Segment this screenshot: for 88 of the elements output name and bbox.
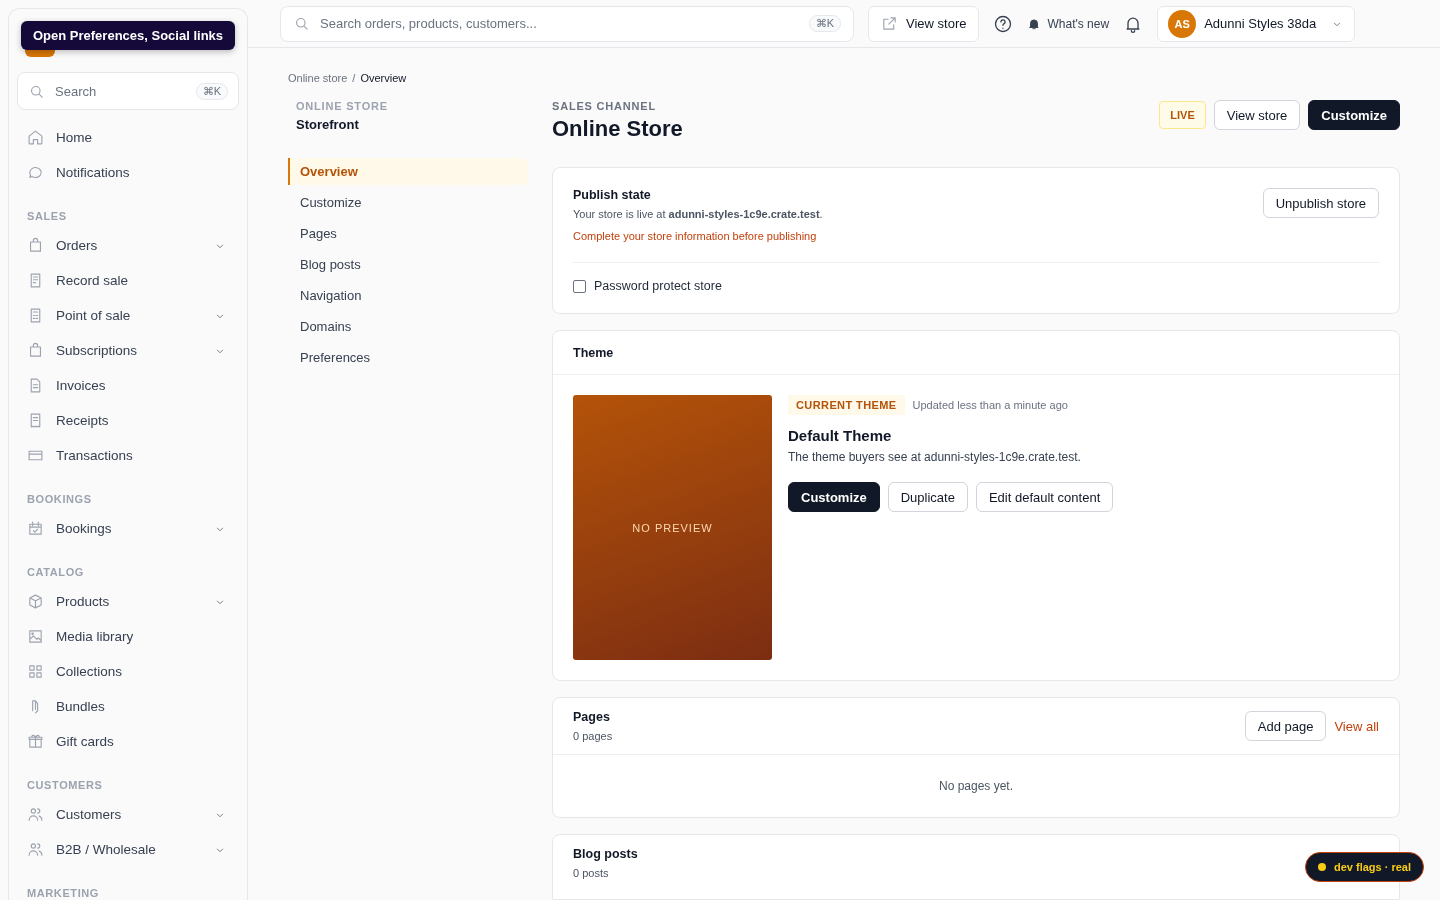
nav-item[interactable]: Navigation: [288, 282, 528, 309]
shortcut-hint: ⌘K: [195, 82, 228, 100]
sidebar-item[interactable]: Customers: [17, 797, 239, 832]
card-title: Pages: [573, 710, 611, 724]
theme-name: Default Theme: [788, 427, 893, 444]
section-heading: CUSTOMERS: [26, 778, 104, 793]
bell-icon: [1027, 16, 1042, 31]
sidebar-item[interactable]: Invoices: [17, 368, 239, 403]
page-count: 0 pages: [573, 730, 613, 742]
tooltip: Open Preferences, Social links: [21, 21, 236, 50]
sidebar-item[interactable]: Transactions: [17, 438, 239, 473]
menu-icon: [27, 129, 44, 146]
checkbox[interactable]: [573, 279, 586, 293]
card-title: Theme: [573, 346, 614, 360]
card-title: Blog posts: [573, 847, 638, 861]
section-heading: BOOKINGS: [26, 492, 93, 507]
card-title: Publish state: [573, 188, 652, 202]
theme-button[interactable]: Duplicate: [887, 482, 968, 512]
menu-icon: [27, 593, 44, 610]
theme-badge: CURRENT THEME: [788, 395, 905, 415]
section-heading: CATALOG: [26, 565, 85, 580]
account-name: Adunni Styles 38da: [1204, 16, 1317, 31]
sidebar-item[interactable]: B2B / Wholesale: [17, 832, 239, 867]
sidebar-item[interactable]: Home: [17, 120, 239, 155]
sidebar-item[interactable]: Subscriptions: [17, 333, 239, 368]
sidebar-item[interactable]: Receipts: [17, 403, 239, 438]
sidebar-item[interactable]: Gift cards: [17, 724, 239, 759]
menu-icon: [27, 806, 44, 823]
menu-icon: [27, 733, 44, 750]
checkbox-label: Password protect store: [594, 279, 722, 293]
store-url-text: Your store is live at adunni-styles-1c9e.crate.test.: [573, 208, 823, 220]
warning-link[interactable]: Complete your store information before publishing: [573, 230, 823, 242]
nav-item[interactable]: Preferences: [288, 344, 528, 371]
sidebar-item[interactable]: Collections: [17, 654, 239, 689]
section-heading: MARKETING: [26, 886, 100, 900]
page-eyebrow: SALES CHANNEL: [552, 100, 657, 112]
view-all-link[interactable]: View all: [1334, 718, 1379, 734]
header-button[interactable]: Customize: [1308, 100, 1400, 130]
add-page-button[interactable]: Add page: [1244, 711, 1327, 741]
menu-icon: [27, 520, 44, 537]
menu-icon: [27, 628, 44, 645]
menu-icon: [27, 841, 44, 858]
menu-icon: [27, 237, 44, 254]
theme-button[interactable]: Edit default content: [975, 482, 1114, 512]
sidebar-item[interactable]: Notifications: [17, 155, 239, 190]
breadcrumb-item: Overview: [360, 72, 407, 84]
header-button[interactable]: View store: [1213, 100, 1301, 130]
search-field[interactable]: Search orders, products, customers... ⌘K: [280, 5, 854, 42]
section-heading: SALES: [26, 209, 68, 224]
updated-text: Updated less than a minute ago: [912, 399, 1068, 411]
preview-label: NO PREVIEW: [632, 521, 713, 534]
theme-description: The theme buyers see at adunni-styles-1c9e.crate.test.: [788, 450, 1082, 464]
nav-item[interactable]: Customize: [288, 189, 528, 216]
account-menu[interactable]: AS Adunni Styles 38da: [1157, 5, 1356, 42]
post-count: 0 posts: [573, 867, 609, 879]
status-badge: LIVE: [1159, 101, 1206, 129]
sidebar-item[interactable]: Bookings: [17, 511, 239, 546]
theme-button[interactable]: Customize: [788, 482, 880, 512]
whats-new-button[interactable]: What's new: [1027, 16, 1110, 31]
search-field[interactable]: Search ⌘K: [17, 72, 239, 110]
avatar: AS: [1168, 9, 1197, 38]
breadcrumb-separator: /: [352, 72, 356, 84]
menu-icon: [27, 342, 44, 359]
dev-flags-badge[interactable]: dev flags · real: [1304, 852, 1424, 882]
section-title: Storefront: [295, 116, 360, 134]
nav-item[interactable]: Blog posts: [288, 251, 528, 278]
sidebar-item[interactable]: Products: [17, 584, 239, 619]
sidebar-item[interactable]: Bundles: [17, 689, 239, 724]
sidebar-item[interactable]: Orders: [17, 228, 239, 263]
sidebar-item[interactable]: Point of sale: [17, 298, 239, 333]
nav-item[interactable]: Overview: [288, 158, 528, 185]
status-dot-icon: [1317, 863, 1326, 871]
empty-message: No pages yet.: [937, 778, 1014, 795]
menu-icon: [27, 663, 44, 680]
nav-item[interactable]: Pages: [288, 220, 528, 247]
breadcrumb-item[interactable]: Online store: [288, 72, 348, 84]
page-title: Online Store: [552, 116, 683, 142]
unpublish-button[interactable]: Unpublish store: [1262, 188, 1379, 218]
help-icon[interactable]: [993, 13, 1014, 34]
sidebar-item[interactable]: Media library: [17, 619, 239, 654]
section-eyebrow: ONLINE STORE: [295, 100, 389, 112]
shortcut-hint: ⌘K: [808, 15, 841, 32]
sidebar-item[interactable]: Record sale: [17, 263, 239, 298]
nav-item[interactable]: Domains: [288, 313, 528, 340]
menu-icon: [27, 164, 44, 181]
search-icon: [293, 15, 310, 32]
view-store-button[interactable]: View store: [868, 5, 980, 42]
external-link-icon: [881, 15, 898, 32]
